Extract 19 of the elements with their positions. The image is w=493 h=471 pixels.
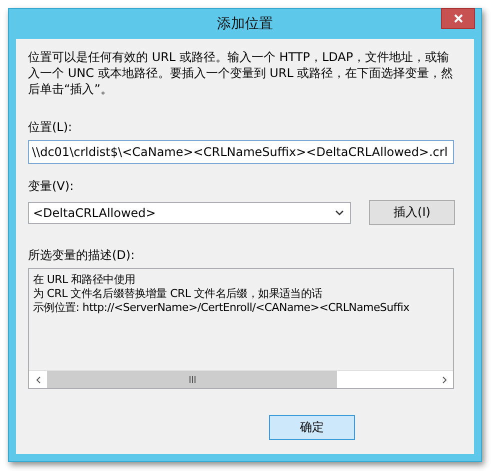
description-line: 在 URL 和路径中使用 (33, 273, 136, 287)
chevron-left-icon (36, 376, 40, 384)
insert-button[interactable]: 插入(I) (369, 200, 455, 225)
location-label: 位置(L): (28, 119, 74, 136)
horizontal-scrollbar[interactable] (29, 370, 453, 388)
close-button[interactable] (441, 8, 475, 29)
grip-icon (188, 376, 196, 383)
ok-button[interactable]: 确定 (269, 415, 355, 440)
variable-label: 变量(V): (28, 178, 75, 195)
description-line: 为 CRL 文件名后缀替换增量 CRL 文件名后缀，如果适当的话 (33, 287, 324, 301)
window-title: 添加位置 (217, 15, 273, 33)
close-icon (454, 14, 462, 23)
location-field[interactable]: \\dc01\crldist$\<CaName><CRLNameSuffix><DeltaCRLAllowed>.crl (28, 140, 454, 164)
chevron-right-icon (442, 376, 446, 384)
variable-dropdown[interactable]: <DeltaCRLAllowed> (28, 202, 351, 224)
instructions-text: 位置可以是任何有效的 URL 或路径。输入一个 HTTP，LDAP，文件地址，或输入一个 UNC 或本地路径。要插入一个变量到 URL 或路径，在下面选择变量，然后单击“插入”。 (28, 49, 454, 97)
description-label: 所选变量的描述(D): (28, 247, 136, 264)
description-line: 示例位置: http://<ServerName>/CertEnroll/<CAName><CRLNameSuffix (33, 301, 410, 315)
chevron-down-icon (335, 210, 344, 216)
